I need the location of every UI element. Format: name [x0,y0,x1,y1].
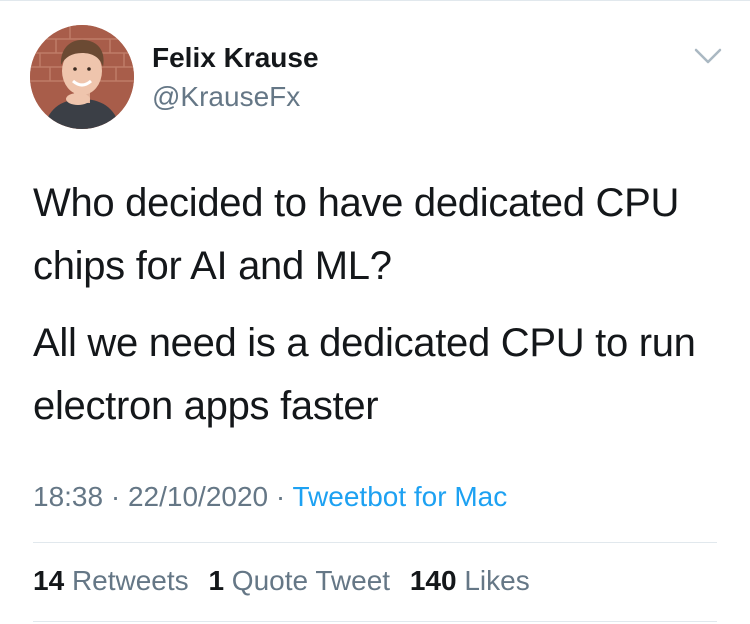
tweet-meta: 18:38 · 22/10/2020 · Tweetbot for Mac [33,481,507,513]
likes-label: Likes [464,565,530,596]
tweet-text-line: All we need is a dedicated CPU to run el… [33,321,696,428]
tweet-time[interactable]: 18:38 [33,481,103,512]
divider [33,621,717,622]
top-border [0,0,750,1]
likes-count: 140 [409,565,457,596]
divider [33,542,717,543]
tweet-stats: 14 Retweets 1 Quote Tweet 140 Likes [33,565,542,597]
retweets-stat[interactable]: 14 Retweets [33,565,189,596]
tweet-date[interactable]: 22/10/2020 [128,481,268,512]
meta-separator: · [275,481,286,512]
quotes-count: 1 [208,565,225,596]
tweet-source-link[interactable]: Tweetbot for Mac [293,481,508,512]
author-name[interactable]: Felix Krause [152,42,319,74]
retweets-label: Retweets [71,565,189,596]
meta-separator: · [110,481,121,512]
quotes-label: Quote Tweet [231,565,391,596]
author-handle[interactable]: @KrauseFx [152,81,300,113]
quotes-stat[interactable]: 1 Quote Tweet [208,565,390,596]
avatar[interactable] [30,25,134,129]
likes-stat[interactable]: 140 Likes [410,565,530,596]
tweet-text: Who decided to have dedicated CPU chips … [33,172,723,438]
retweets-count: 14 [33,565,65,596]
tweet-text-line: Who decided to have dedicated CPU chips … [33,181,680,288]
chevron-down-icon[interactable] [692,44,724,68]
